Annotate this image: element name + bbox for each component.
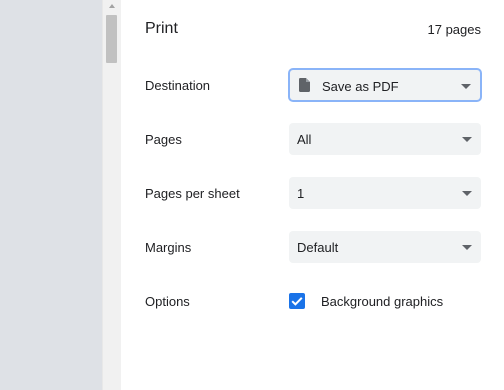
- margins-select[interactable]: Default: [289, 231, 481, 263]
- preview-scrollbar[interactable]: [102, 0, 121, 390]
- pages-per-sheet-value: 1: [297, 186, 305, 201]
- pages-value: All: [297, 132, 312, 147]
- print-preview-area: [0, 0, 102, 390]
- pages-per-sheet-select[interactable]: 1: [289, 177, 481, 209]
- print-settings-sidebar: Print 17 pages Destination Save as PDF P…: [121, 0, 504, 390]
- page-title: Print: [145, 20, 178, 37]
- options-label: Options: [145, 294, 190, 309]
- page-count: 17 pages: [427, 22, 482, 37]
- margins-label: Margins: [145, 240, 192, 255]
- destination-label: Destination: [145, 78, 211, 93]
- chevron-down-icon: [462, 137, 472, 142]
- destination-select[interactable]: Save as PDF: [289, 69, 481, 101]
- background-graphics-checkbox[interactable]: [289, 293, 305, 309]
- chevron-down-icon: [461, 84, 471, 89]
- scroll-thumb[interactable]: [106, 15, 117, 63]
- pages-label: Pages: [145, 132, 182, 147]
- pages-per-sheet-label: Pages per sheet: [145, 186, 240, 201]
- print-dialog: Print 17 pages Destination Save as PDF P…: [0, 0, 504, 390]
- margins-value: Default: [297, 240, 339, 255]
- scroll-up-arrow-icon[interactable]: [103, 0, 120, 12]
- chevron-down-icon: [462, 245, 472, 250]
- destination-value: Save as PDF: [322, 79, 399, 94]
- checkmark-icon: [291, 297, 303, 306]
- background-graphics-label[interactable]: Background graphics: [321, 294, 443, 309]
- document-icon: [299, 78, 310, 92]
- chevron-down-icon: [462, 191, 472, 196]
- pages-select[interactable]: All: [289, 123, 481, 155]
